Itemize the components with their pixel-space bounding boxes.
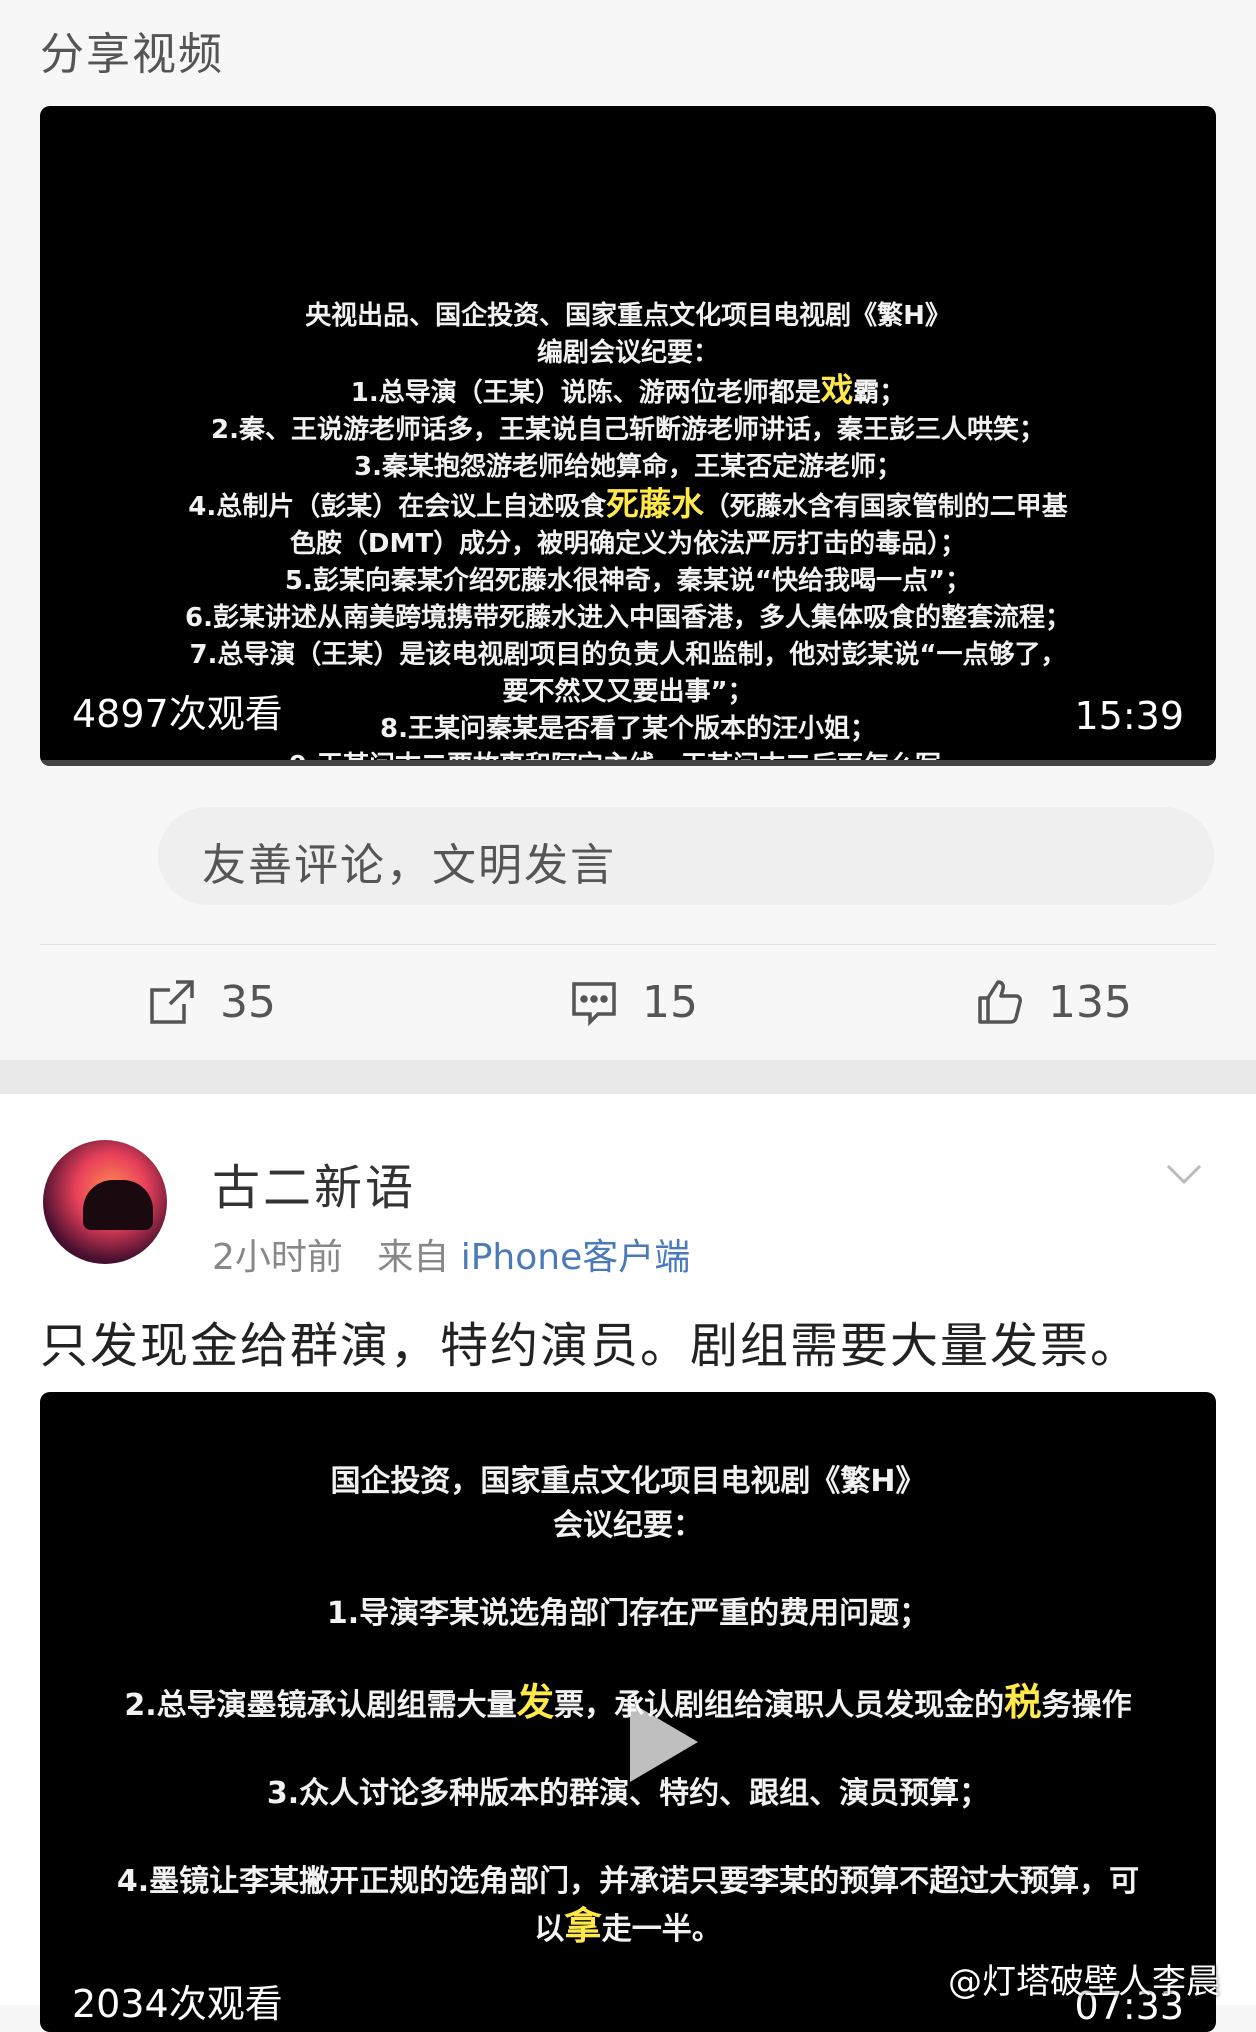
thumbs-up-icon [978, 980, 1022, 1024]
comment-count: 15 [642, 976, 698, 1028]
caption-line: 1.总导演（王某）说陈、游两位老师都是戏霸； [40, 372, 1216, 412]
caption-line [40, 1728, 1216, 1772]
highlight-text: 戏 [820, 371, 854, 409]
caption-segment: （死藤水含有国家管制的二甲基 [703, 492, 1068, 522]
highlight-text: 税 [1004, 1680, 1042, 1724]
caption-segment: 4.总制片（彭某）在会议上自述吸食 [188, 492, 607, 522]
like-button[interactable]: 135 [974, 976, 1132, 1028]
action-bar: 35 15 135 [0, 966, 1256, 1046]
post-time: 2小时前 [212, 1237, 343, 1278]
view-count: 4897次观看 [72, 692, 283, 736]
caption-line: 3.众人讨论多种版本的群演、特约、跟组、演员预算； [266, 1776, 990, 1811]
share-icon [150, 980, 194, 1024]
caption-segment: 务操作 [1041, 1688, 1132, 1723]
caption-line: 2.总导演墨镜承认剧组需大量发票，承认剧组给演职人员发现金的税务操作 [40, 1680, 1216, 1728]
share-count: 35 [220, 976, 276, 1028]
caption-line: 会议纪要： [553, 1508, 703, 1543]
highlight-text: 发 [516, 1680, 555, 1724]
video-caption-text: 国企投资，国家重点文化项目电视剧《繁H》 会议纪要： 1.导演李某说选角部门存在严重… [40, 1460, 1216, 1952]
username[interactable]: 古二新语 [212, 1148, 416, 1218]
play-icon[interactable] [630, 1702, 698, 1782]
caption-line: 4.墨镜让李某撇开正规的选角部门，并承诺只要李某的预算不超过大预算，可 [116, 1864, 1140, 1899]
caption-line: 6.彭某讲述从南美跨境携带死藤水进入中国香港，多人集体吸食的整套流程； [185, 603, 1071, 633]
watermark: @灯塔破壁人李晨 [948, 1962, 1220, 2002]
like-count: 135 [1048, 976, 1132, 1028]
video-duration: 15:39 [1074, 694, 1184, 738]
caption-line [40, 1816, 1216, 1860]
video-player-1[interactable]: 央视出品、国企投资、国家重点文化项目电视剧《繁H》 编剧会议纪要： 1.总导演（王某… [40, 106, 1216, 766]
chevron-down-icon[interactable] [1164, 1154, 1204, 1194]
post-meta: 2小时前 来自 iPhone客户端 [212, 1228, 690, 1280]
post-source[interactable]: iPhone客户端 [461, 1237, 691, 1278]
caption-line: 3.秦某抱怨游老师给她算命，王某否定游老师； [354, 452, 902, 482]
highlight-text: 死藤水 [606, 485, 704, 523]
caption-line: 色胺（DMT）成分，被明确定义为依法严厉打击的毒品）； [289, 529, 967, 559]
caption-segment: 以 [534, 1912, 565, 1947]
post-text: 只发现金给群演，特约演员。剧组需要大量发票。 [40, 1318, 1141, 1374]
caption-segment: 走一半。 [601, 1912, 722, 1947]
post-source-prefix: 来自 [377, 1237, 450, 1278]
section-title: 分享视频 [40, 29, 224, 80]
section-separator [0, 1060, 1256, 1094]
avatar[interactable] [43, 1140, 167, 1264]
caption-line [40, 1548, 1216, 1592]
caption-line: 国企投资，国家重点文化项目电视剧《繁H》 [330, 1464, 926, 1499]
caption-line: 7.总导演（王某）是该电视剧项目的负责人和监制，他对彭某说“一点够了， [189, 640, 1067, 670]
video-player-2[interactable]: 国企投资，国家重点文化项目电视剧《繁H》 会议纪要： 1.导演李某说选角部门存在严重… [40, 1392, 1216, 2032]
comment-button[interactable]: 15 [568, 976, 698, 1028]
caption-line: 5.彭某向秦某介绍死藤水很神奇，秦某说“快给我喝一点”； [284, 566, 972, 596]
highlight-text: 拿 [564, 1904, 602, 1948]
caption-line: 2.秦、王说游老师话多，王某说自己斩断游老师讲话，秦王彭三人哄笑； [211, 415, 1045, 445]
caption-line: 央视出品、国企投资、国家重点文化项目电视剧《繁H》 [305, 301, 951, 331]
progress-bar[interactable] [40, 760, 1216, 766]
caption-line: 以拿走一半。 [40, 1904, 1216, 1952]
caption-segment: 票，承认剧组给演职人员发现金的 [554, 1688, 1005, 1723]
caption-line: 4.总制片（彭某）在会议上自述吸食死藤水（死藤水含有国家管制的二甲基 [40, 486, 1216, 526]
caption-segment: 霸； [853, 378, 906, 408]
caption-line: 1.导演李某说选角部门存在严重的费用问题； [326, 1596, 930, 1631]
caption-line [40, 1636, 1216, 1680]
view-count: 2034次观看 [72, 1982, 283, 2026]
caption-segment: 2.总导演墨镜承认剧组需大量 [124, 1688, 517, 1723]
share-button[interactable]: 35 [146, 976, 276, 1028]
comment-input[interactable]: 友善评论，文明发言 [158, 807, 1214, 905]
caption-segment: 1.总导演（王某）说陈、游两位老师都是 [350, 378, 821, 408]
divider [40, 944, 1216, 945]
caption-line: 编剧会议纪要： [536, 338, 719, 368]
comment-icon [572, 982, 616, 1027]
comment-placeholder: 友善评论，文明发言 [202, 840, 616, 891]
